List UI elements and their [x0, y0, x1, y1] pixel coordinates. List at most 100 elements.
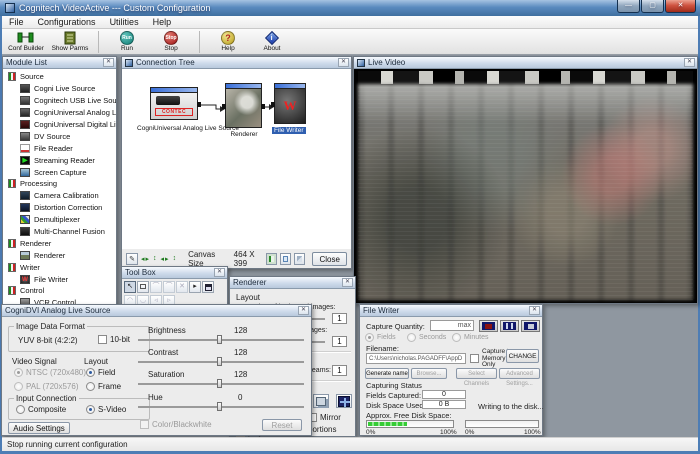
- edit-pencil-icon[interactable]: ✎: [126, 253, 138, 265]
- renderer-titlebar[interactable]: Renderer ✕: [230, 277, 355, 289]
- node-analog-live-source[interactable]: CONTEC: [150, 87, 198, 120]
- module-item[interactable]: Distortion Correction: [3, 202, 116, 214]
- live-video-titlebar[interactable]: Live Video ✕: [354, 57, 697, 69]
- module-item[interactable]: Screen Capture: [3, 166, 116, 178]
- module-item[interactable]: Cognitech USB Live Source: [3, 95, 116, 107]
- connect-tool[interactable]: ⌒: [150, 281, 162, 293]
- node-file-writer[interactable]: W: [274, 83, 306, 124]
- module-item[interactable]: Cogni Live Source: [3, 83, 116, 95]
- category-source[interactable]: Source: [3, 71, 116, 83]
- run-button[interactable]: Run Run: [105, 30, 149, 54]
- browse-button[interactable]: Browse...: [411, 368, 447, 379]
- close-button[interactable]: ✕: [665, 0, 696, 13]
- composite-radio[interactable]: [16, 405, 25, 414]
- conf-builder-button[interactable]: Conf Builder: [4, 30, 48, 54]
- minimize-button[interactable]: —: [617, 0, 640, 13]
- stop-capture-button[interactable]: [521, 320, 540, 332]
- input-port[interactable]: [222, 104, 226, 109]
- show-parms-button[interactable]: Show Parms: [48, 30, 92, 54]
- module-item[interactable]: DV Source: [3, 130, 116, 142]
- category-renderer[interactable]: Renderer: [3, 237, 116, 249]
- contrast-slider[interactable]: [138, 357, 304, 366]
- close-icon[interactable]: ✕: [529, 306, 540, 315]
- hue-slider[interactable]: [138, 402, 304, 411]
- select-channels-button[interactable]: Select Channels: [456, 368, 497, 379]
- select-tool[interactable]: ↖: [124, 281, 136, 293]
- canvas-view-button-3[interactable]: [294, 253, 305, 265]
- canvas-view-button-2[interactable]: [280, 253, 291, 265]
- close-icon[interactable]: ✕: [338, 58, 349, 67]
- delete-tool[interactable]: ✕: [176, 281, 188, 293]
- ntsc-radio[interactable]: [14, 368, 23, 377]
- fullscreen-button[interactable]: [336, 394, 352, 408]
- height-shrink-grow-icons[interactable]: ↕: [153, 255, 158, 262]
- maximize-button[interactable]: ▢: [641, 0, 664, 13]
- svideo-radio[interactable]: [86, 405, 95, 414]
- connection-tree-titlebar[interactable]: Connection Tree ✕: [122, 57, 351, 69]
- module-item[interactable]: Renderer: [3, 249, 116, 261]
- pal-radio[interactable]: [14, 382, 23, 391]
- menu-help[interactable]: Help: [146, 16, 179, 29]
- input-port[interactable]: [271, 102, 275, 107]
- module-list-titlebar[interactable]: Module List ✕: [3, 57, 116, 69]
- close-icon[interactable]: ✕: [684, 58, 695, 67]
- seconds-radio[interactable]: [407, 333, 416, 342]
- module-item[interactable]: Demultiplexer: [3, 214, 116, 226]
- capture-memory-checkbox[interactable]: [470, 354, 479, 363]
- run-tool[interactable]: ▸: [189, 281, 201, 293]
- save-tool[interactable]: [202, 281, 214, 293]
- capture-quantity-input[interactable]: max: [430, 320, 474, 331]
- rectangle-tool[interactable]: [137, 281, 149, 293]
- stop-button[interactable]: Stop Stop: [149, 30, 193, 54]
- color-blackwhite-checkbox[interactable]: [140, 420, 149, 429]
- close-icon[interactable]: ✕: [298, 306, 309, 315]
- module-item[interactable]: Camera Calibration: [3, 190, 116, 202]
- menu-utilities[interactable]: Utilities: [103, 16, 146, 29]
- minutes-radio[interactable]: [452, 333, 461, 342]
- ten-bit-checkbox[interactable]: [98, 335, 107, 344]
- close-icon[interactable]: ✕: [342, 278, 353, 287]
- reconnect-tool[interactable]: ⌒: [163, 281, 175, 293]
- module-item[interactable]: File Reader: [3, 142, 116, 154]
- incoming-streams-value[interactable]: 1: [332, 365, 347, 376]
- saturation-slider[interactable]: [138, 379, 304, 388]
- height-step-icons[interactable]: ↕: [173, 255, 178, 262]
- tool-box-titlebar[interactable]: Tool Box ✕: [122, 267, 227, 279]
- module-item[interactable]: CogniUniversal Digital Live Sour: [3, 119, 116, 131]
- brightness-slider[interactable]: [138, 335, 304, 344]
- category-processing[interactable]: Processing: [3, 178, 116, 190]
- close-icon[interactable]: ✕: [214, 268, 225, 277]
- width-shrink-grow-icons[interactable]: ◂▸: [141, 255, 150, 263]
- video-frame[interactable]: [354, 69, 697, 303]
- about-button[interactable]: i About: [250, 30, 294, 54]
- vertical-images-value[interactable]: 1: [332, 336, 347, 347]
- module-item[interactable]: CogniUniversal Analog Live Sour: [3, 107, 116, 119]
- node-renderer[interactable]: [225, 83, 262, 128]
- canvas-view-button-1[interactable]: [266, 253, 277, 265]
- change-button[interactable]: CHANGE: [506, 349, 539, 363]
- reset-button[interactable]: Reset: [262, 419, 302, 431]
- category-writer[interactable]: Writer: [3, 261, 116, 273]
- cognidvi-titlebar[interactable]: CogniDVI Analog Live Source ✕: [2, 305, 311, 317]
- menu-file[interactable]: File: [2, 16, 31, 29]
- node-canvas[interactable]: CONTEC CogniUniversal Analog Live Source…: [122, 69, 351, 249]
- help-button[interactable]: ? Help: [206, 30, 250, 54]
- generate-name-button[interactable]: Generate name: [365, 368, 409, 379]
- field-radio[interactable]: [86, 368, 95, 377]
- pause-button[interactable]: [500, 320, 519, 332]
- menu-configurations[interactable]: Configurations: [31, 16, 103, 29]
- audio-settings-button[interactable]: Audio Settings ...: [8, 422, 70, 434]
- fields-radio[interactable]: [365, 333, 374, 342]
- output-port[interactable]: [261, 104, 265, 109]
- window-titlebar[interactable]: Cognitech VideoActive --- Custom Configu…: [0, 0, 700, 16]
- advanced-settings-button[interactable]: Advanced Settings...: [499, 368, 540, 379]
- module-item[interactable]: Multi-Channel Fusion: [3, 226, 116, 238]
- close-icon[interactable]: ✕: [103, 58, 114, 67]
- cascade-button[interactable]: [313, 394, 329, 408]
- filename-input[interactable]: C:\Users\nicholas.PAGADFF\AppD: [366, 353, 466, 364]
- output-port[interactable]: [197, 102, 201, 107]
- horizontal-images-value[interactable]: 1: [332, 313, 347, 324]
- record-button[interactable]: [479, 320, 498, 332]
- category-control[interactable]: Control: [3, 285, 116, 297]
- frame-radio[interactable]: [86, 382, 95, 391]
